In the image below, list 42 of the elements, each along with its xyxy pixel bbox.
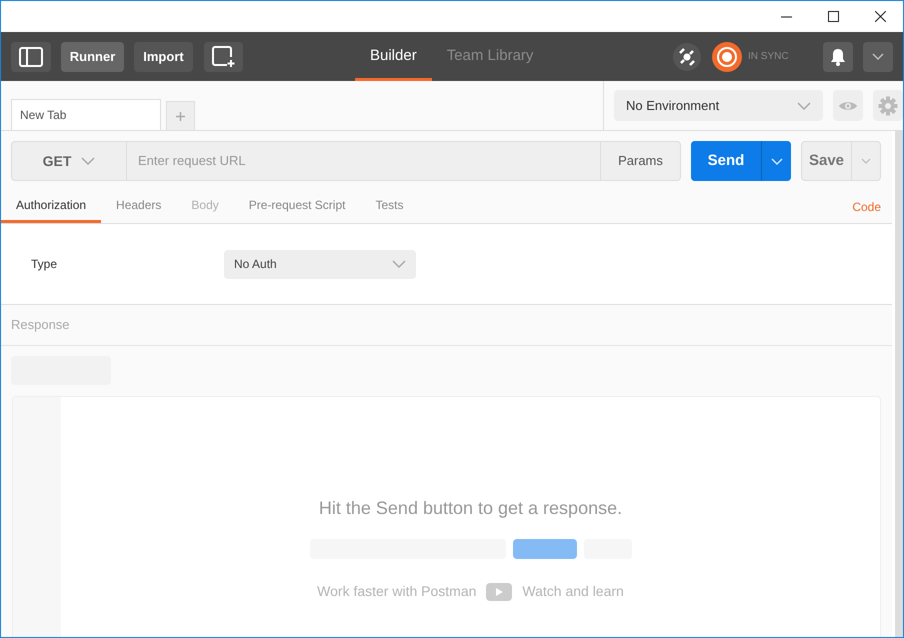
caret-icon <box>797 102 811 110</box>
auth-type-dropdown[interactable]: No Auth <box>224 250 416 278</box>
satellite-icon[interactable] <box>673 42 701 70</box>
minimize-icon[interactable] <box>781 16 792 18</box>
caret-icon <box>770 158 782 164</box>
notifications-button[interactable] <box>823 42 853 72</box>
response-title: Response <box>11 316 70 334</box>
request-section-tab[interactable]: Pre-request Script <box>234 190 360 223</box>
placeholder-bar <box>512 539 576 559</box>
close-icon[interactable] <box>875 11 886 22</box>
scrollbar[interactable] <box>892 131 903 637</box>
caret-icon <box>861 158 871 164</box>
plus-icon <box>176 112 185 120</box>
params-button[interactable]: Params <box>600 141 681 181</box>
caret-icon <box>392 260 406 268</box>
eye-icon <box>838 100 858 112</box>
send-options-button[interactable] <box>761 141 791 181</box>
type-label: Type <box>31 256 58 273</box>
sync-status: IN SYNC <box>748 50 790 64</box>
settings-icon <box>878 96 898 116</box>
tip-text: Work faster with Postman <box>317 582 476 601</box>
new-window-button[interactable] <box>204 42 243 72</box>
bell-icon <box>830 48 846 66</box>
code-link[interactable]: Code <box>852 198 881 216</box>
url-field[interactable]: Enter request URL <box>127 141 600 181</box>
menu-dropdown-button[interactable] <box>863 42 893 72</box>
nav-tab[interactable]: Team Library <box>432 32 548 81</box>
request-section-tab[interactable]: Headers <box>101 190 176 223</box>
sidebar-toggle-button[interactable] <box>11 42 51 72</box>
import-button[interactable]: Import <box>134 42 193 72</box>
empty-response-message: Hit the Send button to get a response. <box>318 497 622 520</box>
request-tab[interactable]: New Tab <box>11 99 161 130</box>
sync-icon[interactable] <box>712 42 742 72</box>
caret-icon <box>81 157 96 165</box>
method-dropdown[interactable]: GET <box>11 141 127 181</box>
caret-icon <box>872 53 884 60</box>
new-window-icon <box>212 46 236 68</box>
request-section-tab[interactable]: Tests <box>360 190 418 223</box>
environment-dropdown[interactable]: No Environment <box>614 90 823 121</box>
runner-button[interactable]: Runner <box>61 42 124 72</box>
maximize-icon[interactable] <box>828 11 839 22</box>
sidebar-icon <box>19 46 43 66</box>
